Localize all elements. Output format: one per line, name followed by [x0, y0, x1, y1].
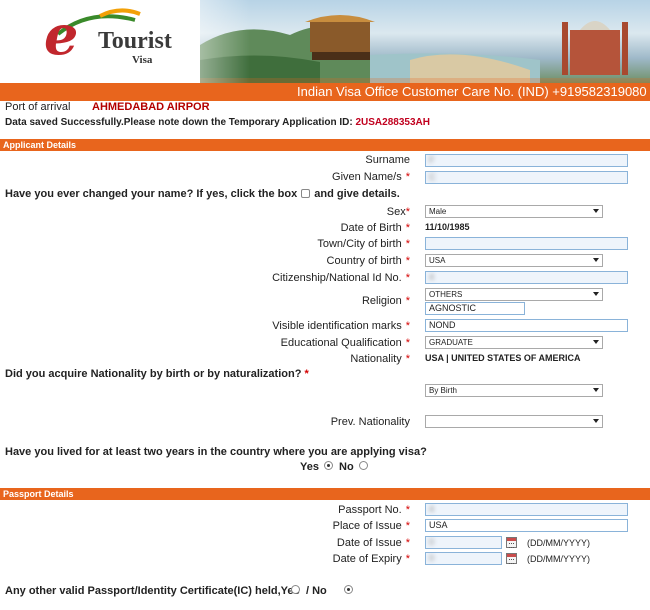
dropdown-arrow-icon — [593, 209, 599, 213]
date-of-expiry-input[interactable]: 0 — [425, 552, 502, 565]
save-message-text: Data saved Successfully.Please note down… — [5, 117, 356, 128]
marks-input[interactable]: NOND — [425, 319, 628, 332]
given-name-label: Given Name/s * — [332, 171, 410, 183]
passport-no-label: Passport No. * — [338, 504, 410, 516]
passport-no-input[interactable]: 4 — [425, 503, 628, 516]
date-of-expiry-label: Date of Expiry * — [332, 553, 410, 565]
etourist-logo[interactable]: e Tourist Visa — [38, 6, 238, 76]
calendar-icon[interactable] — [506, 537, 517, 548]
sex-label: Sex* — [386, 206, 410, 218]
dropdown-arrow-icon — [593, 258, 599, 262]
banner-scenery — [200, 15, 650, 83]
place-of-issue-input[interactable]: USA — [425, 519, 628, 532]
sex-select[interactable]: Male — [425, 205, 603, 218]
header-banner: e Tourist Visa — [0, 0, 650, 83]
section-passport-details: Passport Details — [0, 488, 650, 500]
banner-photo — [200, 0, 650, 83]
port-label: Port of arrival — [5, 101, 71, 113]
citizenship-input[interactable]: 4 — [425, 271, 628, 284]
logo-sub: Visa — [132, 54, 153, 66]
religion-label: Religion * — [361, 295, 410, 307]
date-of-expiry-format: (DD/MM/YYYY) — [527, 554, 590, 564]
calendar-icon[interactable] — [506, 553, 517, 564]
changed-name-question: Have you ever changed your name? If yes,… — [5, 188, 400, 200]
date-of-issue-label: Date of Issue * — [336, 537, 410, 549]
citizenship-label: Citizenship/National Id No. * — [272, 272, 410, 284]
customer-care-bar: Indian Visa Office Customer Care No. (IN… — [0, 83, 650, 101]
surname-input[interactable]: F — [425, 154, 628, 167]
nationality-value: USA | UNITED STATES OF AMERICA — [425, 353, 581, 363]
dropdown-arrow-icon — [593, 292, 599, 296]
city-input[interactable] — [425, 237, 628, 250]
application-id: 2USA288353AH — [355, 117, 430, 128]
other-passport-no-label: / No — [306, 585, 327, 597]
surname-label: Surname — [365, 154, 410, 166]
section-applicant-details: Applicant Details — [0, 139, 650, 151]
dob-label: Date of Birth * — [340, 222, 410, 234]
city-label: Town/City of birth * — [317, 238, 410, 250]
lived-no-radio[interactable] — [359, 461, 368, 470]
nationality-label: Nationality * — [350, 353, 410, 365]
dropdown-arrow-icon — [593, 340, 599, 344]
lived-no-label: No — [339, 461, 354, 473]
religion-select[interactable]: OTHERS — [425, 288, 603, 301]
country-birth-select[interactable]: USA — [425, 254, 603, 267]
port-value: AHMEDABAD AIRPOR — [92, 101, 210, 113]
prev-nationality-select[interactable] — [425, 415, 603, 428]
dropdown-arrow-icon — [593, 419, 599, 423]
customer-care-text: Indian Visa Office Customer Care No. (IN… — [297, 84, 650, 99]
date-of-issue-format: (DD/MM/YYYY) — [527, 538, 590, 548]
other-passport-yes-radio[interactable] — [291, 585, 300, 594]
lived-two-years-question: Have you lived for at least two years in… — [5, 446, 427, 458]
place-of-issue-label: Place of Issue * — [332, 520, 410, 532]
other-passport-question: Any other valid Passport/Identity Certif… — [5, 585, 300, 597]
changed-name-checkbox[interactable] — [301, 189, 311, 198]
save-message: Data saved Successfully.Please note down… — [5, 117, 430, 128]
marks-label: Visible identification marks * — [272, 320, 410, 332]
education-label: Educational Qualification * — [280, 337, 410, 349]
logo-letter: e — [44, 3, 79, 67]
dob-value: 11/10/1985 — [425, 222, 470, 232]
education-select[interactable]: GRADUATE — [425, 336, 603, 349]
given-name-input[interactable]: C — [425, 171, 628, 184]
dropdown-arrow-icon — [593, 388, 599, 392]
other-passport-no-radio[interactable] — [344, 585, 353, 594]
acquire-nationality-select[interactable]: By Birth — [425, 384, 603, 397]
country-birth-label: Country of birth * — [326, 255, 410, 267]
date-of-issue-input[interactable]: 0 — [425, 536, 502, 549]
prev-nationality-label: Prev. Nationality — [330, 416, 410, 428]
lived-yes-radio[interactable] — [324, 461, 333, 470]
acquire-nationality-question: Did you acquire Nationality by birth or … — [5, 368, 309, 380]
logo-word: Tourist — [98, 28, 172, 54]
lived-yes-label: Yes — [300, 461, 319, 473]
religion-other-input[interactable]: AGNOSTIC — [425, 302, 525, 315]
